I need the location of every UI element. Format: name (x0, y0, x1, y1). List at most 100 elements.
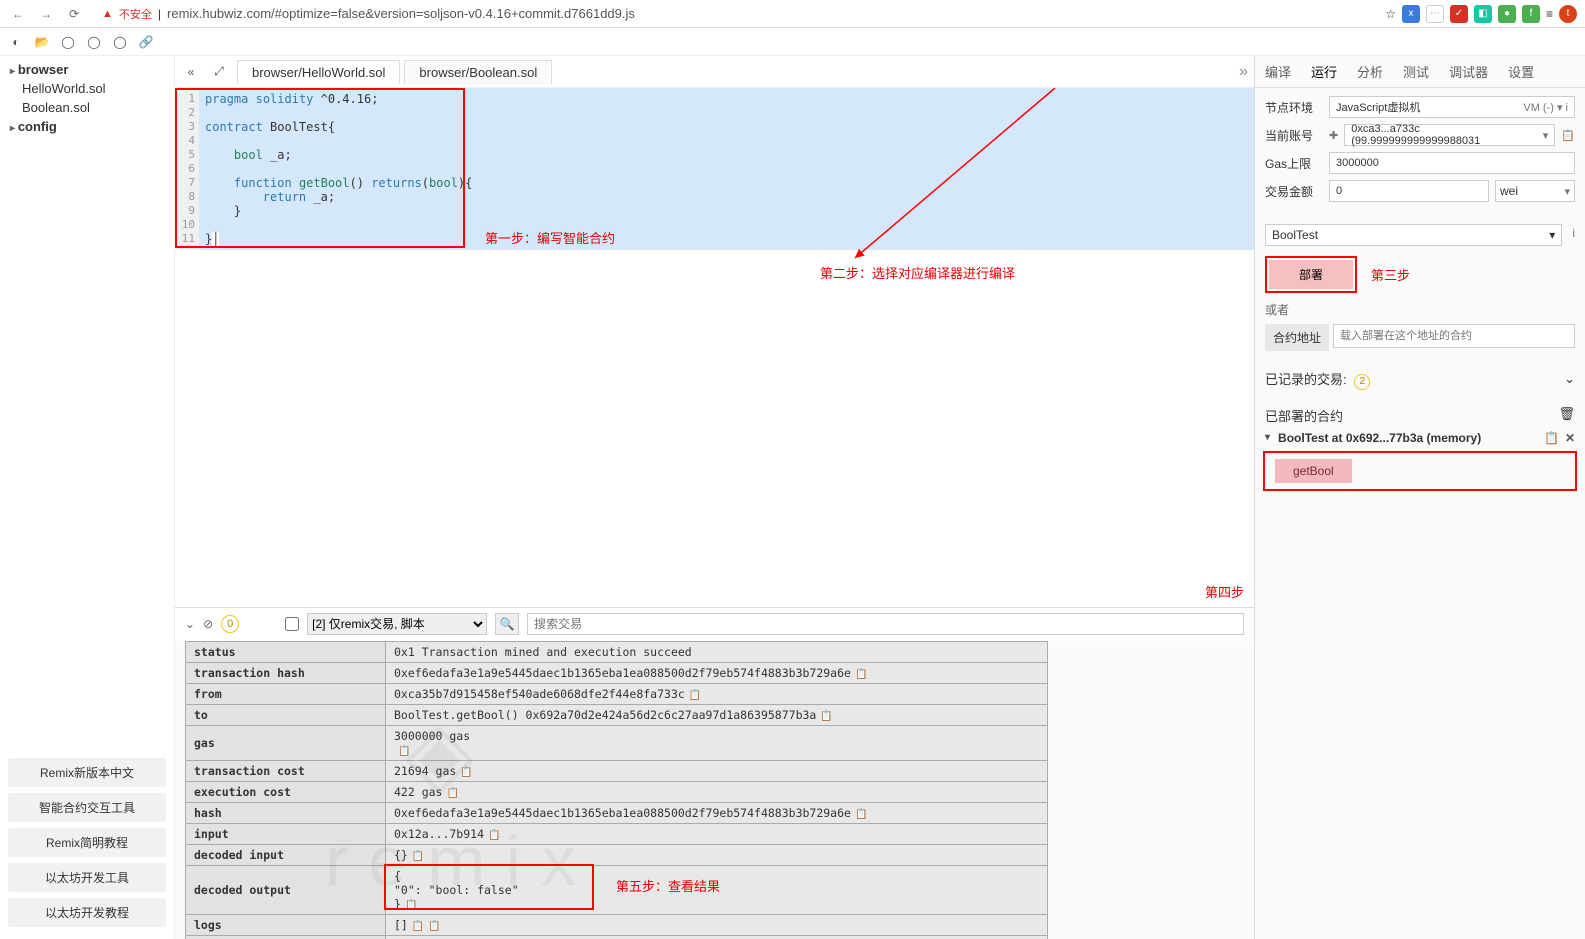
chevron-right-icon[interactable]: ▾ (1265, 432, 1270, 443)
tx-key: hash (186, 802, 386, 823)
github-icon-2[interactable]: ◯ (86, 34, 102, 50)
promo-button[interactable]: 以太坊开发工具 (8, 863, 166, 892)
copy-icon[interactable]: 📋 (412, 851, 424, 862)
tx-val: []📋📋 (386, 914, 1048, 935)
annotation-step5: 第五步：查看结果 (616, 876, 720, 895)
promo-button[interactable]: 以太坊开发教程 (8, 898, 166, 927)
code-content[interactable]: pragma solidity ^0.4.16; contract BoolTe… (199, 88, 1254, 250)
ext-icon-6[interactable]: f (1522, 5, 1540, 23)
console-expand-icon[interactable]: ⌄ (185, 617, 195, 631)
ext-icon-1[interactable]: x (1402, 5, 1420, 23)
tab-test[interactable]: 测试 (1393, 56, 1439, 87)
trash-icon[interactable]: 🗑 (1558, 406, 1575, 425)
copy-icon[interactable]: 📋 (689, 690, 701, 701)
info-icon[interactable]: i (1572, 226, 1575, 240)
copy-icon[interactable]: 📋 (488, 830, 500, 841)
tx-filter-select[interactable]: [2] 仅remix交易, 脚本 (307, 613, 487, 635)
tx-output[interactable]: ◈ remix status0x1 Transaction mined and … (175, 641, 1254, 939)
folder-open-icon[interactable]: 📂 (34, 34, 50, 50)
tab-run[interactable]: 运行 (1301, 56, 1347, 87)
account-select[interactable]: 0xca3...a733c (99.999999999999988031▾ (1344, 124, 1555, 146)
copy-icon[interactable]: 📋 (855, 809, 867, 820)
promo-button[interactable]: 智能合约交互工具 (8, 793, 166, 822)
gaslimit-input[interactable]: 3000000 (1329, 152, 1575, 174)
editor-tab[interactable]: browser/Boolean.sol (404, 60, 552, 84)
copy-icon[interactable]: 📋 (855, 669, 867, 680)
promo-button[interactable]: Remix新版本中文 (8, 758, 166, 787)
copy-icon[interactable]: 📋 (460, 767, 472, 778)
promo-button[interactable]: Remix简明教程 (8, 828, 166, 857)
recorded-tx-row[interactable]: 已记录的交易: 2 ⌄ (1265, 369, 1575, 390)
copy-icon[interactable]: 📋 (446, 788, 458, 799)
search-icon[interactable]: 🔍 (495, 613, 519, 635)
back-icon[interactable]: ← (8, 4, 28, 24)
tx-val: 0xca35b7d915458ef540ade6068dfe2f44e8fa73… (386, 683, 1048, 704)
tab-compile[interactable]: 编译 (1255, 56, 1301, 87)
tx-val: 0x12a...7b914📋 (386, 823, 1048, 844)
ext-icon-2[interactable]: ⋯ (1426, 5, 1444, 23)
right-panel-tabs: 编译 运行 分析 测试 调试器 设置 (1255, 56, 1585, 88)
console-clear-icon[interactable]: ⊘ (203, 617, 213, 631)
ext-icon-3[interactable]: ✓ (1450, 5, 1468, 23)
code-editor[interactable]: 1234567891011 pragma solidity ^0.4.16; c… (175, 88, 1254, 308)
tx-key: status (186, 641, 386, 662)
tree-root-config[interactable]: config (0, 117, 174, 136)
tab-analyze[interactable]: 分析 (1347, 56, 1393, 87)
ataddress-button[interactable]: 合约地址 (1265, 324, 1329, 351)
copy-icon[interactable]: 📋 (398, 746, 410, 757)
expand-icon[interactable]: ⤢ (209, 62, 229, 82)
link-icon[interactable]: 🔗 (138, 34, 154, 50)
tx-key: from (186, 683, 386, 704)
tree-file[interactable]: HelloWorld.sol (0, 79, 174, 98)
tx-key: execution cost (186, 781, 386, 802)
value-input[interactable]: 0 (1329, 180, 1489, 202)
vm-indicator: VM (-) (1523, 102, 1554, 114)
add-account-icon[interactable]: ✚ (1329, 129, 1338, 142)
tx-val: 0x1 Transaction mined and execution succ… (386, 641, 1048, 662)
collapse-left-icon[interactable]: « (181, 62, 201, 82)
pending-badge: 0 (221, 615, 239, 633)
deployed-contract-item[interactable]: ▾ BoolTest at 0x692...77b3a (memory) 📋 ✕ (1265, 431, 1575, 445)
tab-overflow-icon[interactable]: » (1239, 63, 1248, 81)
url-text[interactable]: remix.hubwiz.com/#optimize=false&version… (167, 6, 635, 21)
tx-key: decoded output (186, 865, 386, 914)
forward-icon[interactable]: → (36, 4, 56, 24)
tx-search-input[interactable] (527, 613, 1244, 635)
annotation-box-4: getBool (1263, 451, 1577, 491)
listen-checkbox[interactable] (285, 617, 299, 631)
annotation-box-3: 部署 (1265, 256, 1357, 293)
editor-tab[interactable]: browser/HelloWorld.sol (237, 60, 400, 84)
copy-icon[interactable]: 📋 (820, 711, 832, 722)
star-icon[interactable]: ☆ (1385, 7, 1396, 21)
profile-icon[interactable]: t (1559, 5, 1577, 23)
value-unit-select[interactable]: wei▾ (1495, 180, 1575, 202)
copy-icon[interactable]: 📋 (1561, 129, 1575, 142)
deploy-button[interactable]: 部署 (1269, 260, 1353, 289)
ataddress-input[interactable] (1333, 324, 1575, 348)
deployed-contract-name: BoolTest at 0x692...77b3a (memory) (1278, 431, 1481, 445)
github-icon[interactable]: ◯ (60, 34, 76, 50)
copy-icon[interactable]: 📋 (405, 900, 417, 911)
tab-debugger[interactable]: 调试器 (1439, 56, 1498, 87)
tx-val: BoolTest.getBool() 0x692a70d2e424a56d2c6… (386, 704, 1048, 725)
deployed-contracts-label: 已部署的合约 (1265, 406, 1343, 425)
tab-settings[interactable]: 设置 (1498, 56, 1544, 87)
reload-icon[interactable]: ⟳ (64, 4, 84, 24)
github-icon-3[interactable]: ◯ (112, 34, 128, 50)
getbool-button[interactable]: getBool (1275, 459, 1352, 483)
tree-file[interactable]: Boolean.sol (0, 98, 174, 117)
ext-icon-5[interactable]: ● (1498, 5, 1516, 23)
copy-icon[interactable]: 📋 (428, 921, 440, 932)
chevron-down-icon[interactable]: ⌄ (1564, 371, 1575, 387)
tree-root-browser[interactable]: browser (0, 60, 174, 79)
copy-icon[interactable]: 📋 (412, 921, 424, 932)
tx-key: to (186, 704, 386, 725)
tx-val: 0 wei📋 (386, 935, 1048, 939)
toggle-panel-icon[interactable]: ◐ (8, 34, 24, 50)
ext-icon-4[interactable]: ◧ (1474, 5, 1492, 23)
contract-select[interactable]: BoolTest▾ (1265, 224, 1562, 246)
ext-icon-7[interactable]: ≡ (1546, 7, 1553, 21)
env-select[interactable]: JavaScript虚拟机 VM (-) ▾ i (1329, 96, 1575, 118)
close-icon[interactable]: ✕ (1565, 431, 1575, 445)
copy-icon[interactable]: 📋 (1544, 431, 1559, 445)
